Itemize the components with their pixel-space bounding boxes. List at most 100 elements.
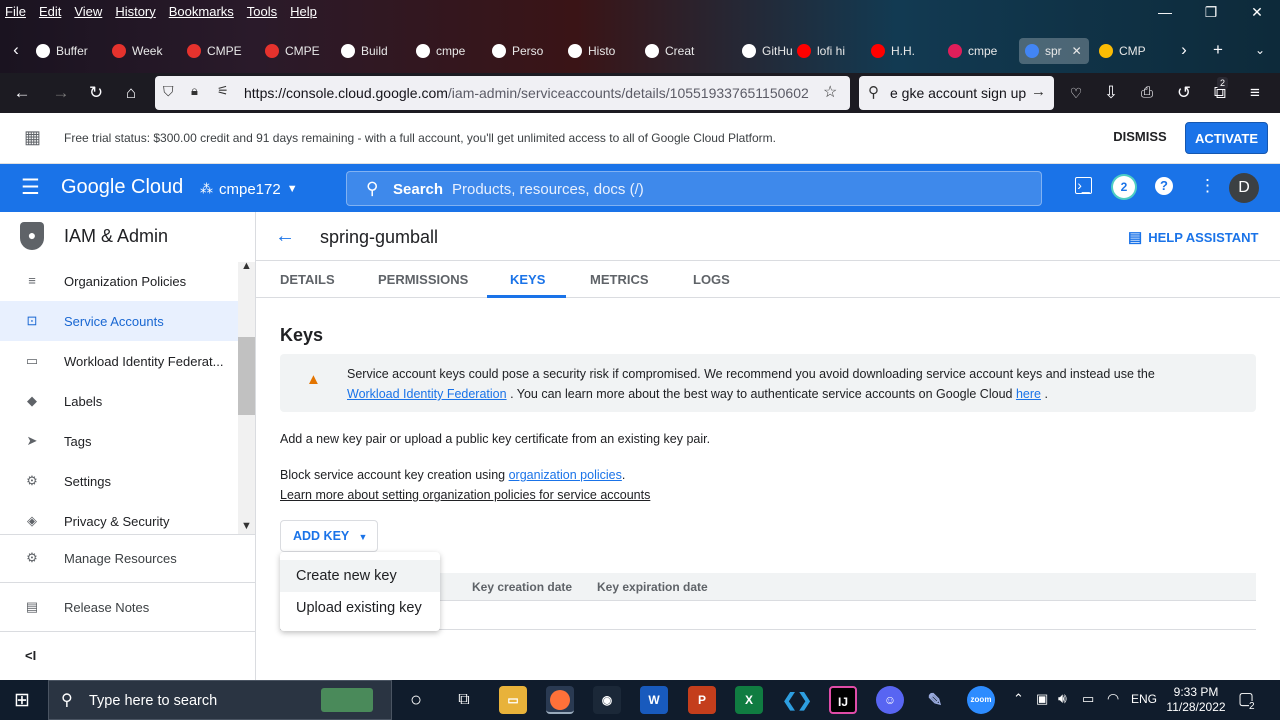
new-tab-icon[interactable]: + <box>1206 38 1230 62</box>
print-icon[interactable]: ⎙ <box>1135 81 1159 105</box>
account-avatar[interactable]: D <box>1229 173 1259 203</box>
zoom-icon[interactable]: zoom <box>967 686 995 714</box>
sidebar-item-labels[interactable]: ◆ Labels <box>0 381 238 421</box>
app-menu-icon[interactable]: ≡ <box>1243 81 1267 105</box>
word-icon[interactable]: W <box>640 686 668 714</box>
scroll-up-icon[interactable]: ▲ <box>241 260 252 272</box>
dismiss-button[interactable]: DISMISS <box>1105 129 1175 144</box>
file-explorer-icon[interactable]: ▭ <box>499 686 527 714</box>
forward-icon[interactable]: → <box>49 81 73 105</box>
wifi-icon[interactable]: ◠ <box>1107 690 1119 707</box>
create-new-key-item[interactable]: Create new key <box>280 560 440 592</box>
organization-policies-link[interactable]: organization policies <box>509 468 622 482</box>
browser-tab[interactable]: Perso <box>492 38 562 64</box>
scroll-down-icon[interactable]: ▼ <box>241 520 252 532</box>
sidebar-item-release-notes[interactable]: ▤ Release Notes <box>0 587 238 627</box>
restore-icon[interactable]: ❐ <box>1201 4 1221 22</box>
permissions-icon[interactable]: ⚟ <box>217 83 229 99</box>
extension-icon[interactable]: ⧉ 2 <box>1208 77 1232 105</box>
home-icon[interactable]: ⌂ <box>119 81 143 105</box>
menu-view[interactable]: View <box>74 4 102 19</box>
show-hidden-icons[interactable]: ⌃ <box>1013 691 1024 707</box>
tabs-scroll-right-icon[interactable]: › <box>1172 38 1196 62</box>
add-key-button[interactable]: ADD KEY ▼ <box>280 520 378 552</box>
language-indicator[interactable]: ENG <box>1131 692 1157 706</box>
battery-icon[interactable]: ▭ <box>1082 691 1094 707</box>
close-tab-icon[interactable]: ✕ <box>1072 44 1082 58</box>
console-search-input[interactable]: ⚲ Search Products, resources, docs (/) <box>346 171 1042 206</box>
navigation-menu-icon[interactable]: ☰ <box>21 175 40 200</box>
sidebar-item-organization-policies[interactable]: ≡ Organization Policies <box>0 261 238 301</box>
menu-help[interactable]: Help <box>290 4 317 19</box>
cortana-icon[interactable]: ○ <box>402 686 430 714</box>
project-picker[interactable]: ⁂ cmpe172 ▼ <box>200 176 298 202</box>
menu-tools[interactable]: Tools <box>247 4 277 19</box>
sidebar-scroll-thumb[interactable] <box>238 337 255 415</box>
close-window-icon[interactable]: ✕ <box>1247 4 1267 22</box>
browser-tab[interactable]: CMP <box>1099 38 1165 64</box>
browser-tab[interactable]: lofi hi <box>797 38 867 64</box>
tab-metrics[interactable]: METRICS <box>590 272 649 287</box>
browser-search-box[interactable]: ⚲ e gke account sign up → <box>859 76 1054 110</box>
url-text[interactable]: https://console.cloud.google.com/iam-adm… <box>244 85 819 101</box>
notifications-badge[interactable]: 2 <box>1113 176 1135 198</box>
sidebar-item-workload-identity-federat[interactable]: ▭ Workload Identity Federat... <box>0 341 238 381</box>
upload-existing-key-item[interactable]: Upload existing key <box>280 592 440 624</box>
sidebar-item-tags[interactable]: ➤ Tags <box>0 421 238 461</box>
collapse-sidebar-button[interactable]: <I <box>25 648 36 663</box>
browser-tab[interactable]: Week <box>112 38 182 64</box>
downloads-icon[interactable]: ⇩ <box>1099 81 1123 105</box>
windows-start-icon[interactable]: ⊞ <box>14 689 30 712</box>
device-icon[interactable]: ▣ <box>1036 691 1048 707</box>
sidebar-item-settings[interactable]: ⚙ Settings <box>0 461 238 501</box>
tabs-scroll-left-icon[interactable]: ‹ <box>4 38 28 62</box>
minimize-icon[interactable]: — <box>1155 4 1175 22</box>
menu-bookmarks[interactable]: Bookmarks <box>169 4 234 19</box>
tab-permissions[interactable]: PERMISSIONS <box>378 272 468 287</box>
browser-tab[interactable]: Build <box>341 38 411 64</box>
url-bar[interactable]: ⛉ 🔒︎ ⚟ https://console.cloud.google.com/… <box>155 76 850 110</box>
cloud-shell-icon[interactable]: ›_ <box>1075 177 1092 194</box>
menu-edit[interactable]: Edit <box>39 4 61 19</box>
task-view-icon[interactable]: ⧉ <box>450 686 478 714</box>
app-icon[interactable]: ✎ <box>921 686 949 714</box>
lock-icon[interactable]: 🔒︎ <box>191 83 198 99</box>
browser-tab[interactable]: H.H. <box>871 38 941 64</box>
pocket-icon[interactable]: ♡ <box>1064 81 1088 105</box>
tab-details[interactable]: DETAILS <box>280 272 335 287</box>
browser-tab[interactable]: Buffer <box>36 38 106 64</box>
browser-tab[interactable]: spr ✕ <box>1019 38 1089 64</box>
history-icon[interactable]: ↺ <box>1172 81 1196 105</box>
firefox-icon[interactable] <box>546 686 574 714</box>
browser-tab[interactable]: CMPE <box>265 38 335 64</box>
menu-history[interactable]: History <box>115 4 155 19</box>
discord-icon[interactable]: ☺ <box>876 686 904 714</box>
activate-button[interactable]: ACTIVATE <box>1185 122 1268 154</box>
help-assistant-button[interactable]: ▤ HELP ASSISTANT <box>1128 228 1258 246</box>
browser-tab[interactable]: GitHu <box>742 38 792 64</box>
powerpoint-icon[interactable]: P <box>688 686 716 714</box>
volume-icon[interactable]: 🔊︎ <box>1058 690 1067 707</box>
browser-tab[interactable]: Histo <box>568 38 638 64</box>
learn-more-link[interactable]: Learn more about setting organization po… <box>280 488 650 502</box>
clock[interactable]: 9:33 PM 11/28/2022 <box>1165 685 1227 715</box>
tab-keys[interactable]: KEYS <box>510 272 545 287</box>
sidebar-scrollbar[interactable]: ▲ ▼ <box>238 260 255 534</box>
steam-icon[interactable]: ◉ <box>593 686 621 714</box>
browser-tab[interactable]: cmpe <box>416 38 486 64</box>
reload-icon[interactable]: ↻ <box>84 81 108 105</box>
browser-tab[interactable]: Creat <box>645 38 715 64</box>
column-key-creation-date[interactable]: Key creation date <box>472 580 572 594</box>
workload-identity-link[interactable]: Workload Identity Federation <box>347 387 507 401</box>
browser-tab[interactable]: CMPE <box>187 38 257 64</box>
excel-icon[interactable]: X <box>735 686 763 714</box>
intellij-icon[interactable]: IJ <box>829 686 857 714</box>
google-cloud-logo[interactable]: Google Cloud <box>61 176 183 199</box>
more-options-icon[interactable]: ⋮ <box>1199 176 1216 196</box>
vscode-icon[interactable]: ❮❯ <box>782 686 812 714</box>
bookmark-star-icon[interactable]: ☆ <box>823 82 837 102</box>
sidebar-item-privacy-security[interactable]: ◈ Privacy & Security <box>0 501 238 541</box>
sidebar-item-service-accounts[interactable]: ⊡ Service Accounts <box>0 301 238 341</box>
list-tabs-icon[interactable]: ⌄ <box>1248 38 1272 62</box>
back-icon[interactable]: ← <box>10 81 34 105</box>
